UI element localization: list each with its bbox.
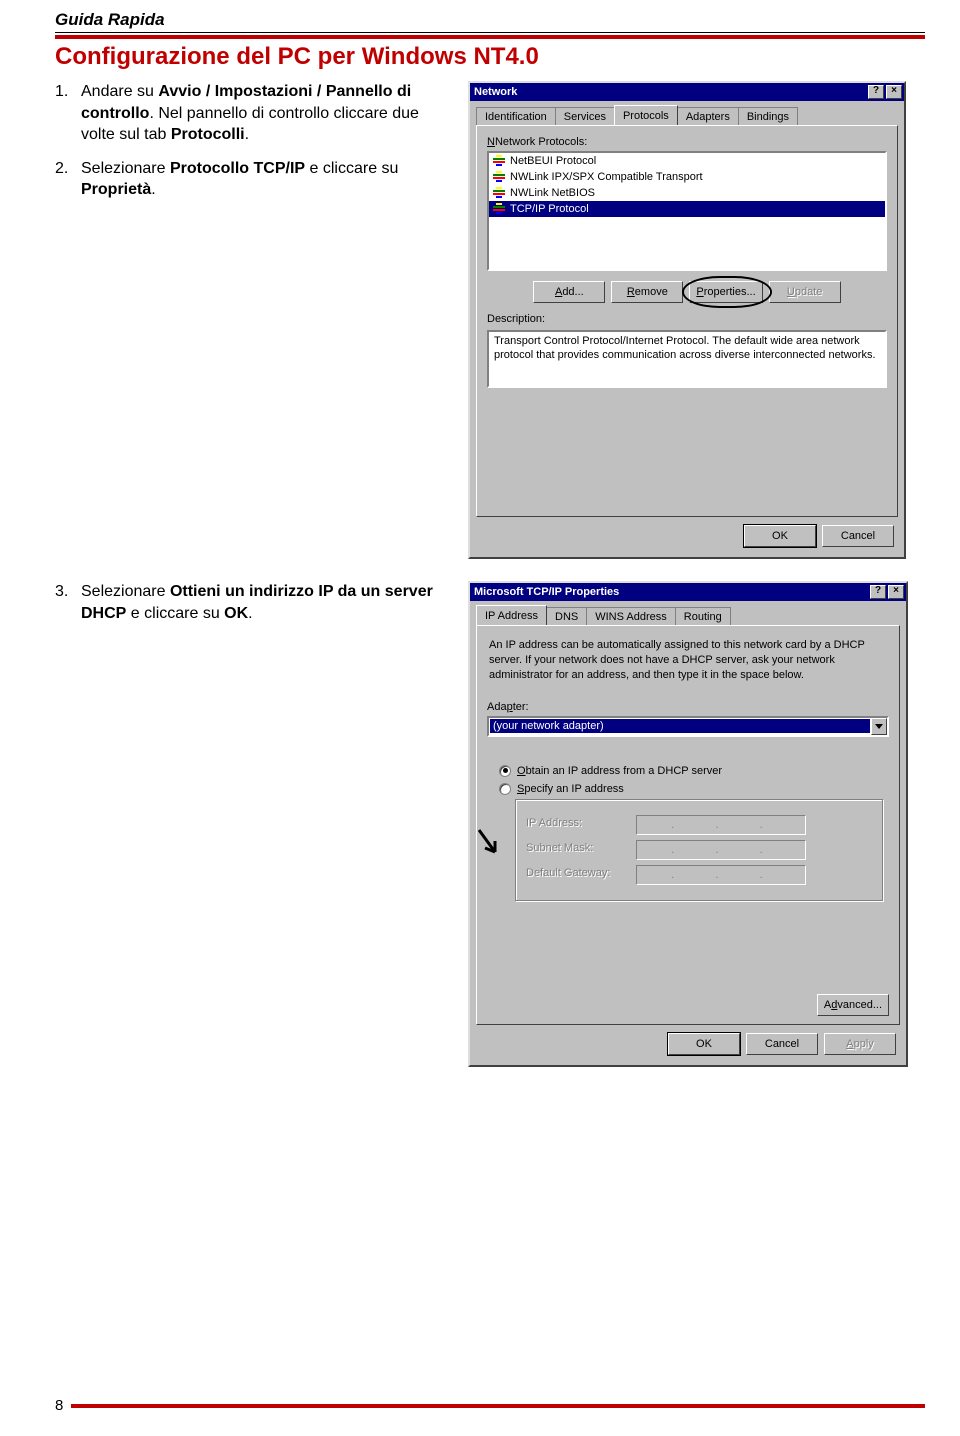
list-item[interactable]: NetBEUI Protocol <box>489 153 885 169</box>
step-1-num: 1. <box>55 81 81 146</box>
help-button[interactable]: ? <box>868 85 884 99</box>
screenshot-1: Network ? × Identification Services Prot… <box>468 81 925 559</box>
screenshot-2: Microsoft TCP/IP Properties ? × IP Addre… <box>468 581 925 1067</box>
apply-button: Apply <box>824 1033 896 1055</box>
page-header: Guida Rapida <box>55 10 925 33</box>
default-gateway-label: Default Gateway: <box>526 867 626 879</box>
ip-address-label: IP Address: <box>526 817 626 829</box>
tcpip-tabs: IP Address DNS WINS Address Routing <box>476 607 900 625</box>
ip-address-field: . . . <box>636 815 806 835</box>
row-step-3: 3. Selezionare Ottieni un indirizzo IP d… <box>55 581 925 1067</box>
item-nwlink-ipx: NWLink IPX/SPX Compatible Transport <box>510 171 703 183</box>
arrow-annotation-icon <box>475 826 505 866</box>
tab-adapters[interactable]: Adapters <box>677 107 739 125</box>
radio-specify-label: Specify an IP address <box>517 783 624 795</box>
tab-wins-address[interactable]: WINS Address <box>586 607 676 625</box>
step-2-b1: Protocollo TCP/IP <box>170 160 305 177</box>
step-2-num: 2. <box>55 158 81 201</box>
instructions-col-2: 3. Selezionare Ottieni un indirizzo IP d… <box>55 581 450 636</box>
description-box: Transport Control Protocol/Internet Prot… <box>487 330 887 388</box>
ok-button[interactable]: OK <box>744 525 816 547</box>
radio-specify-ip[interactable]: Specify an IP address <box>499 783 889 795</box>
adapter-selected: (your network adapter) <box>490 719 870 733</box>
ip-fields-group: IP Address: . . . Subnet Mask: . . . Def… <box>515 799 883 901</box>
item-tcpip: TCP/IP Protocol <box>510 203 589 215</box>
step-2-post: . <box>151 181 155 198</box>
list-item[interactable]: NWLink NetBIOS <box>489 185 885 201</box>
list-item[interactable]: TCP/IP Protocol <box>489 201 885 217</box>
help-button[interactable]: ? <box>870 585 886 599</box>
update-button: Update <box>769 281 841 303</box>
step-3-mid: e cliccare su <box>126 605 224 622</box>
cancel-button[interactable]: Cancel <box>822 525 894 547</box>
step-2-mid: e cliccare su <box>305 160 398 177</box>
chevron-down-icon <box>875 724 883 729</box>
ip-address-tab-body: An IP address can be automatically assig… <box>476 625 900 1025</box>
advanced-button[interactable]: Advanced... <box>817 994 889 1016</box>
protocol-icon <box>492 154 506 168</box>
protocols-listbox[interactable]: NetBEUI Protocol NWLink IPX/SPX Compatib… <box>487 151 887 271</box>
step-1-b2: Protocolli <box>171 126 245 143</box>
header-rule <box>55 35 925 39</box>
step-1-post: . <box>245 126 249 143</box>
dropdown-button[interactable] <box>871 718 887 735</box>
adapter-combobox[interactable]: (your network adapter) <box>487 716 889 737</box>
subnet-mask-label: Subnet Mask: <box>526 842 626 854</box>
radio-icon <box>499 783 511 795</box>
tab-identification[interactable]: Identification <box>476 107 556 125</box>
tab-dns[interactable]: DNS <box>546 607 587 625</box>
tcpip-titlebar[interactable]: Microsoft TCP/IP Properties ? × <box>470 583 906 601</box>
step-1-text: Andare su Avvio / Impostazioni / Pannell… <box>81 81 450 146</box>
item-nwlink-netbios: NWLink NetBIOS <box>510 187 595 199</box>
network-dialog: Network ? × Identification Services Prot… <box>468 81 906 559</box>
tcpip-properties-dialog: Microsoft TCP/IP Properties ? × IP Addre… <box>468 581 908 1067</box>
network-tabs: Identification Services Protocols Adapte… <box>476 107 898 125</box>
network-protocols-label: NNetwork Protocols:Network Protocols: <box>487 136 587 148</box>
tab-services[interactable]: Services <box>555 107 615 125</box>
help-text: An IP address can be automatically assig… <box>489 638 887 683</box>
item-netbeui: NetBEUI Protocol <box>510 155 596 167</box>
step-2-text: Selezionare Protocollo TCP/IP e cliccare… <box>81 158 450 201</box>
protocol-icon <box>492 202 506 216</box>
remove-button[interactable]: Remove <box>611 281 683 303</box>
close-button[interactable]: × <box>888 585 904 599</box>
tab-bindings[interactable]: Bindings <box>738 107 798 125</box>
tcpip-title: Microsoft TCP/IP Properties <box>474 586 868 598</box>
instructions-col-1: 1. Andare su Avvio / Impostazioni / Pann… <box>55 81 450 213</box>
subnet-mask-field: . . . <box>636 840 806 860</box>
radio-icon <box>499 765 511 777</box>
cancel-button[interactable]: Cancel <box>746 1033 818 1055</box>
tab-routing[interactable]: Routing <box>675 607 731 625</box>
step-3-text: Selezionare Ottieni un indirizzo IP da u… <box>81 581 450 624</box>
add-button[interactable]: Add... <box>533 281 605 303</box>
row-step-1-2: 1. Andare su Avvio / Impostazioni / Pann… <box>55 81 925 559</box>
step-2-pre: Selezionare <box>81 160 170 177</box>
close-button[interactable]: × <box>886 85 902 99</box>
radio-obtain-label: Obtain an IP address from a DHCP server <box>517 765 722 777</box>
footer-rule <box>71 1404 925 1408</box>
properties-button[interactable]: Properties... <box>689 281 762 303</box>
protocol-icon <box>492 186 506 200</box>
list-item[interactable]: NWLink IPX/SPX Compatible Transport <box>489 169 885 185</box>
step-3-b2: OK <box>224 605 248 622</box>
radio-obtain-dhcp[interactable]: Obtain an IP address from a DHCP server <box>499 765 889 777</box>
tab-ip-address[interactable]: IP Address <box>476 605 547 625</box>
step-2-b2: Proprietà <box>81 181 151 198</box>
protocol-icon <box>492 170 506 184</box>
network-titlebar[interactable]: Network ? × <box>470 83 904 101</box>
page-footer: 8 <box>55 1397 925 1414</box>
step-3-post: . <box>248 605 252 622</box>
page-title: Configurazione del PC per Windows NT4.0 <box>55 43 925 71</box>
step-1-pre: Andare su <box>81 83 158 100</box>
step-3-pre: Selezionare <box>81 583 170 600</box>
adapter-label: Adapter: <box>487 701 529 713</box>
step-3-num: 3. <box>55 581 81 624</box>
protocols-tab-body: NNetwork Protocols:Network Protocols: Ne… <box>476 125 898 517</box>
default-gateway-field: . . . <box>636 865 806 885</box>
description-label: Description: <box>487 313 545 325</box>
page-number: 8 <box>55 1397 63 1414</box>
tab-protocols[interactable]: Protocols <box>614 105 678 125</box>
network-title: Network <box>474 86 866 98</box>
ok-button[interactable]: OK <box>668 1033 740 1055</box>
